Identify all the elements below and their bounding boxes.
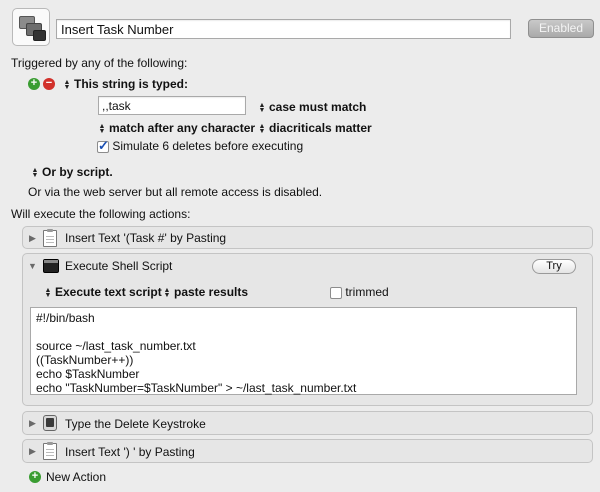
execute-mode-select[interactable]: ▲ ▼ Execute text script xyxy=(44,285,162,299)
updown-arrows-icon: ▲ ▼ xyxy=(31,166,39,179)
triggered-heading: Triggered by any of the following: xyxy=(11,56,188,70)
keyboard-key-icon xyxy=(43,415,57,431)
action-title: Execute Shell Script xyxy=(65,259,173,273)
disclosure-triangle-icon[interactable]: ▼ xyxy=(28,261,37,271)
simulate-deletes-label: Simulate 6 deletes before executing xyxy=(112,139,304,153)
enabled-button[interactable]: Enabled xyxy=(528,19,594,38)
trimmed-label: trimmed xyxy=(345,285,389,299)
action-type-delete-keystroke[interactable]: ▶ Type the Delete Keystroke xyxy=(22,411,593,435)
result-mode-select[interactable]: ▲ ▼ paste results xyxy=(163,285,249,299)
match-position-select[interactable]: ▲ ▼ match after any character xyxy=(98,121,256,135)
new-action-icon[interactable]: + xyxy=(29,471,41,483)
diacriticals-select[interactable]: ▲ ▼ diacriticals matter xyxy=(258,121,372,135)
updown-arrows-icon: ▲ ▼ xyxy=(163,286,171,299)
trimmed-option[interactable]: trimmed xyxy=(330,285,389,299)
action-title: Insert Text ') ' by Pasting xyxy=(65,445,195,459)
updown-arrows-icon: ▲ ▼ xyxy=(44,286,52,299)
script-line: echo $TaskNumber xyxy=(36,367,140,381)
typed-string-input[interactable]: ,,task xyxy=(98,96,246,115)
action-title: Insert Text '(Task #' by Pasting xyxy=(65,231,227,245)
disclosure-triangle-icon[interactable]: ▶ xyxy=(29,418,36,429)
script-line: #!/bin/bash xyxy=(36,311,95,325)
script-line: source ~/last_task_number.txt xyxy=(36,339,196,353)
disclosure-triangle-icon[interactable]: ▶ xyxy=(29,233,36,244)
new-action-button[interactable]: New Action xyxy=(46,470,106,484)
clipboard-icon xyxy=(43,442,57,460)
macro-group-icon[interactable] xyxy=(12,8,50,46)
try-button[interactable]: Try xyxy=(532,259,576,274)
web-server-note: Or via the web server but all remote acc… xyxy=(28,185,323,199)
script-line: echo "TaskNumber=$TaskNumber" > ~/last_t… xyxy=(36,381,357,395)
updown-arrows-icon: ▲ ▼ xyxy=(63,78,71,91)
remove-trigger-icon[interactable]: − xyxy=(43,78,55,90)
updown-arrows-icon: ▲ ▼ xyxy=(258,101,266,114)
trimmed-checkbox[interactable] xyxy=(330,286,342,299)
action-insert-text-close[interactable]: ▶ Insert Text ') ' by Pasting xyxy=(22,439,593,463)
clipboard-icon xyxy=(43,229,57,247)
macro-name-field[interactable]: Insert Task Number xyxy=(56,19,511,39)
updown-arrows-icon: ▲ ▼ xyxy=(258,122,266,135)
case-match-select[interactable]: ▲ ▼ case must match xyxy=(258,100,367,114)
script-line: ((TaskNumber++)) xyxy=(36,353,134,367)
disclosure-triangle-icon[interactable]: ▶ xyxy=(29,446,36,457)
trigger-type-select[interactable]: ▲ ▼ This string is typed: xyxy=(63,77,188,91)
simulate-deletes-option[interactable]: Simulate 6 deletes before executing xyxy=(97,138,304,154)
add-trigger-icon[interactable]: + xyxy=(28,78,40,90)
actions-heading: Will execute the following actions: xyxy=(11,207,191,221)
updown-arrows-icon: ▲ ▼ xyxy=(98,122,106,135)
shell-script-editor[interactable]: #!/bin/bash source ~/last_task_number.tx… xyxy=(30,307,577,395)
script-line xyxy=(36,325,571,339)
action-title: Type the Delete Keystroke xyxy=(65,417,206,431)
terminal-icon xyxy=(43,259,59,273)
script-trigger-select[interactable]: ▲ ▼ Or by script. xyxy=(31,165,113,179)
action-insert-text-task[interactable]: ▶ Insert Text '(Task #' by Pasting xyxy=(22,226,593,249)
simulate-deletes-checkbox[interactable] xyxy=(97,138,109,154)
